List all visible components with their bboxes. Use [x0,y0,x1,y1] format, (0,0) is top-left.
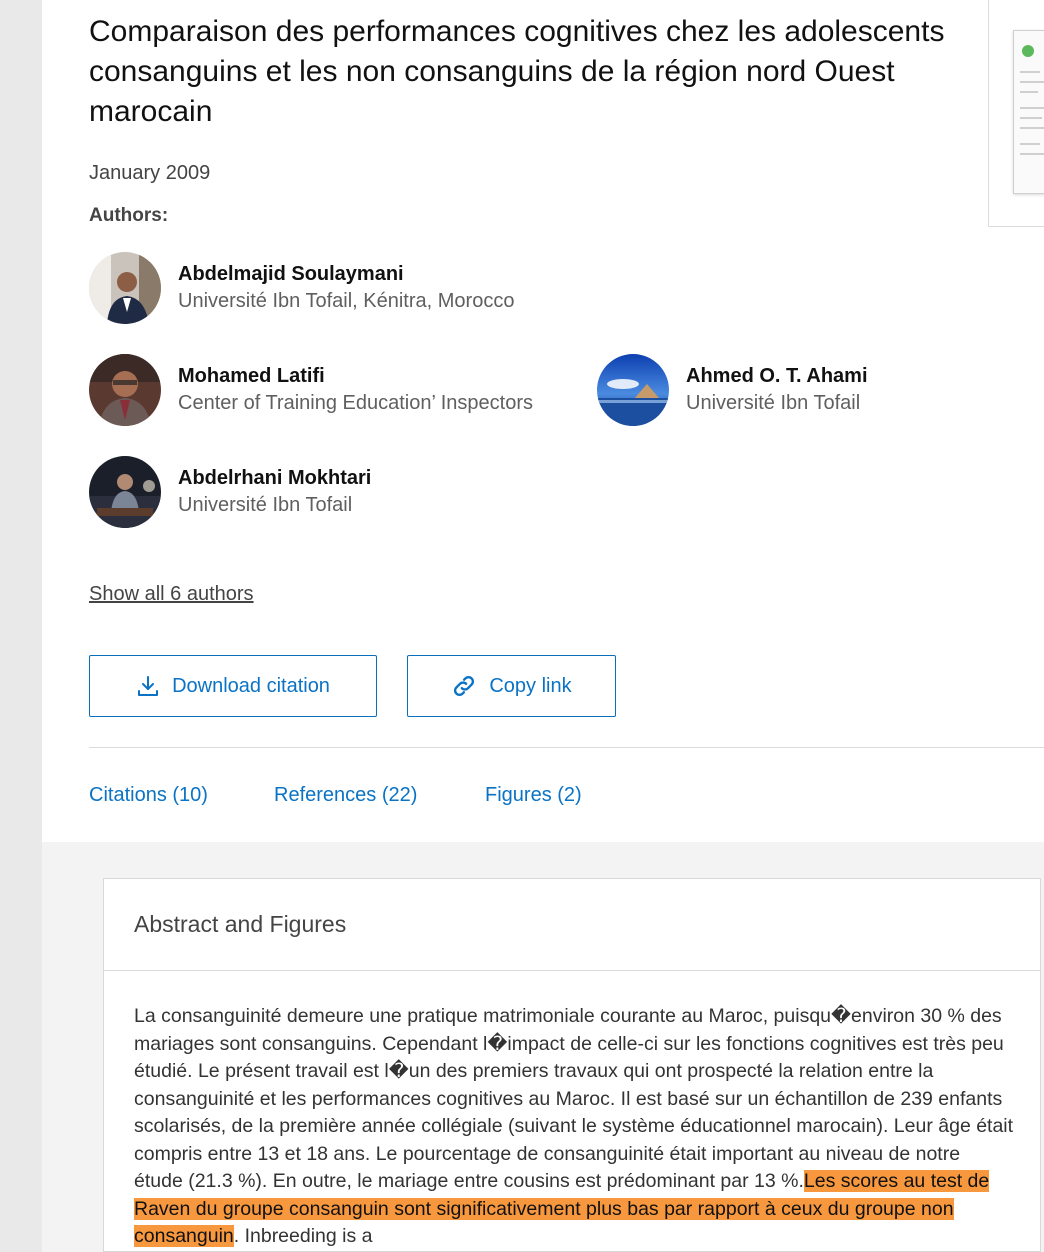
author-affiliation: Center of Training Education’ Inspectors [178,392,534,414]
document-icon [1022,45,1034,57]
avatar[interactable] [89,354,161,426]
abstract-text-part: La consanguinité demeure une pratique ma… [134,1005,1014,1192]
author-affiliation: Université Ibn Tofail, Kénitra, Morocco [178,290,515,312]
authors-label: Authors: [89,205,169,226]
copy-link-label: Copy link [489,674,572,697]
avatar[interactable] [89,252,161,324]
abstract-card-header: Abstract and Figures [104,879,1040,971]
author-card[interactable]: Abdelmajid Soulaymani Université Ibn Tof… [89,252,514,324]
tab-figures[interactable]: Figures (2) [485,784,582,807]
download-citation-label: Download citation [172,674,330,697]
abstract-card: Abstract and Figures La consanguinité de… [103,878,1041,1252]
article-page: Comparaison des performances cognitives … [42,0,1044,1252]
show-all-authors-link[interactable]: Show all 6 authors [89,583,254,606]
avatar[interactable] [89,456,161,528]
pdf-thumbnail[interactable] [1013,30,1044,194]
avatar[interactable] [597,354,669,426]
author-name[interactable]: Mohamed Latifi [178,363,533,389]
author-card[interactable]: Ahmed O. T. Ahami Université Ibn Tofail [597,354,868,426]
author-name[interactable]: Abdelmajid Soulaymani [178,261,514,287]
pdf-preview-panel[interactable] [988,0,1044,227]
download-icon [136,674,172,698]
abstract-card-title: Abstract and Figures [134,911,347,937]
publication-date: January 2009 [89,162,211,184]
abstract-text: La consanguinité demeure une pratique ma… [104,971,1040,1251]
author-card[interactable]: Mohamed Latifi Center of Training Educat… [89,354,533,426]
section-divider [89,747,1044,748]
abstract-text-part: . Inbreeding is a [233,1225,373,1247]
copy-link-button[interactable]: Copy link [407,655,616,717]
author-card[interactable]: Abdelrhani Mokhtari Université Ibn Tofai… [89,456,371,528]
download-citation-button[interactable]: Download citation [89,655,377,717]
author-affiliation: Université Ibn Tofail [178,494,353,516]
page-title: Comparaison des performances cognitives … [89,15,945,128]
author-affiliation: Université Ibn Tofail [686,392,861,414]
author-name[interactable]: Ahmed O. T. Ahami [686,363,868,389]
tab-references[interactable]: References (22) [274,784,417,807]
author-name[interactable]: Abdelrhani Mokhtari [178,465,371,491]
tab-citations[interactable]: Citations (10) [89,784,208,807]
link-icon [451,673,489,699]
